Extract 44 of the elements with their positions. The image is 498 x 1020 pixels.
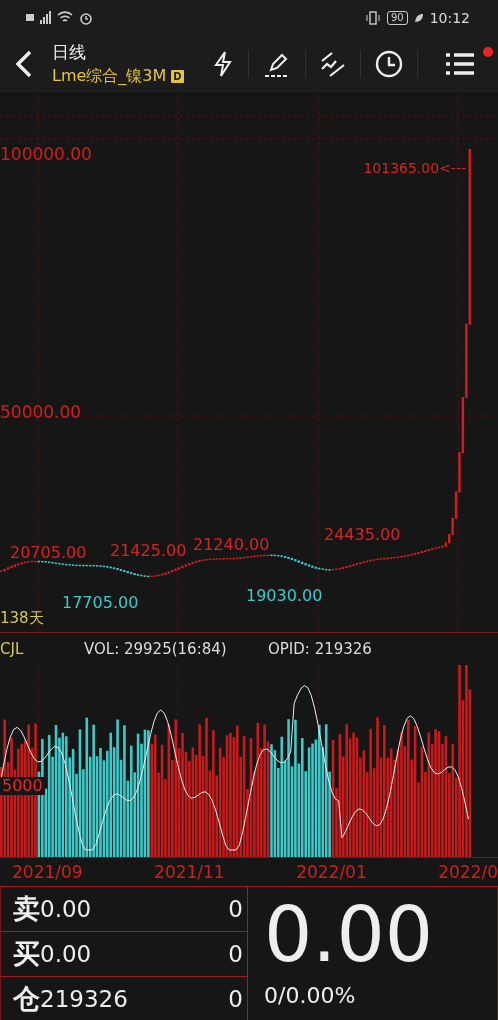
quote-label: 买 [13, 937, 40, 971]
price-axis-label: 50000.00 [0, 404, 82, 421]
price-annotation: 21240.00 [193, 536, 270, 553]
clock-icon[interactable] [375, 50, 403, 78]
alarm-icon [79, 10, 93, 25]
price-annotation: 24435.00 [324, 526, 401, 543]
last-price: 0.00 [264, 889, 435, 981]
leaf-icon [413, 12, 424, 23]
date-label: 2021/09 [12, 862, 83, 882]
price-change: 0/0.00% [264, 983, 357, 1008]
high-price-marker: 101365.00<--- [363, 160, 466, 176]
date-label: 2021/11 [154, 862, 225, 882]
battery-level: 90 [386, 10, 408, 25]
vibrate-icon [364, 10, 381, 25]
day-count: 138天 [0, 609, 44, 628]
quote-label: 卖 [13, 892, 40, 926]
quote-label: 仓 [13, 982, 40, 1016]
lightning-icon[interactable] [212, 50, 234, 78]
clock-time: 10:12 [429, 9, 470, 26]
signal-icon [40, 11, 51, 24]
price-annotation: 19030.00 [246, 587, 323, 604]
date-label: 2022/0 [438, 862, 498, 882]
period-label: 日线 [52, 41, 87, 64]
price-axis-label: 100000.00 [0, 146, 92, 163]
wifi-icon [57, 11, 73, 24]
quote-value: 0.00 [40, 896, 93, 922]
volume-reading: VOL: 29925(16:84) [84, 640, 228, 658]
quote-value: 219326 [40, 986, 129, 1012]
symbol-name: Lme综合_镍3M [52, 66, 167, 87]
volume-axis-label: 5000 [0, 777, 45, 795]
price-annotation: 21425.00 [110, 542, 187, 559]
quote-volume: 0 [228, 941, 243, 967]
quote-value: 0.00 [40, 941, 93, 967]
menu-icon[interactable] [446, 52, 474, 76]
quote-volume: 0 [228, 986, 243, 1012]
period-badge: D [171, 70, 184, 83]
open-interest-reading: OPID: 219326 [268, 640, 372, 658]
date-label: 2022/01 [296, 862, 367, 882]
hd-icon [26, 14, 34, 21]
indicator-name: CJL [0, 640, 25, 658]
trend-lines-icon[interactable] [320, 51, 346, 77]
price-annotation: 17705.00 [62, 594, 139, 611]
quote-volume: 0 [228, 896, 243, 922]
price-annotation: 20705.00 [10, 544, 87, 561]
